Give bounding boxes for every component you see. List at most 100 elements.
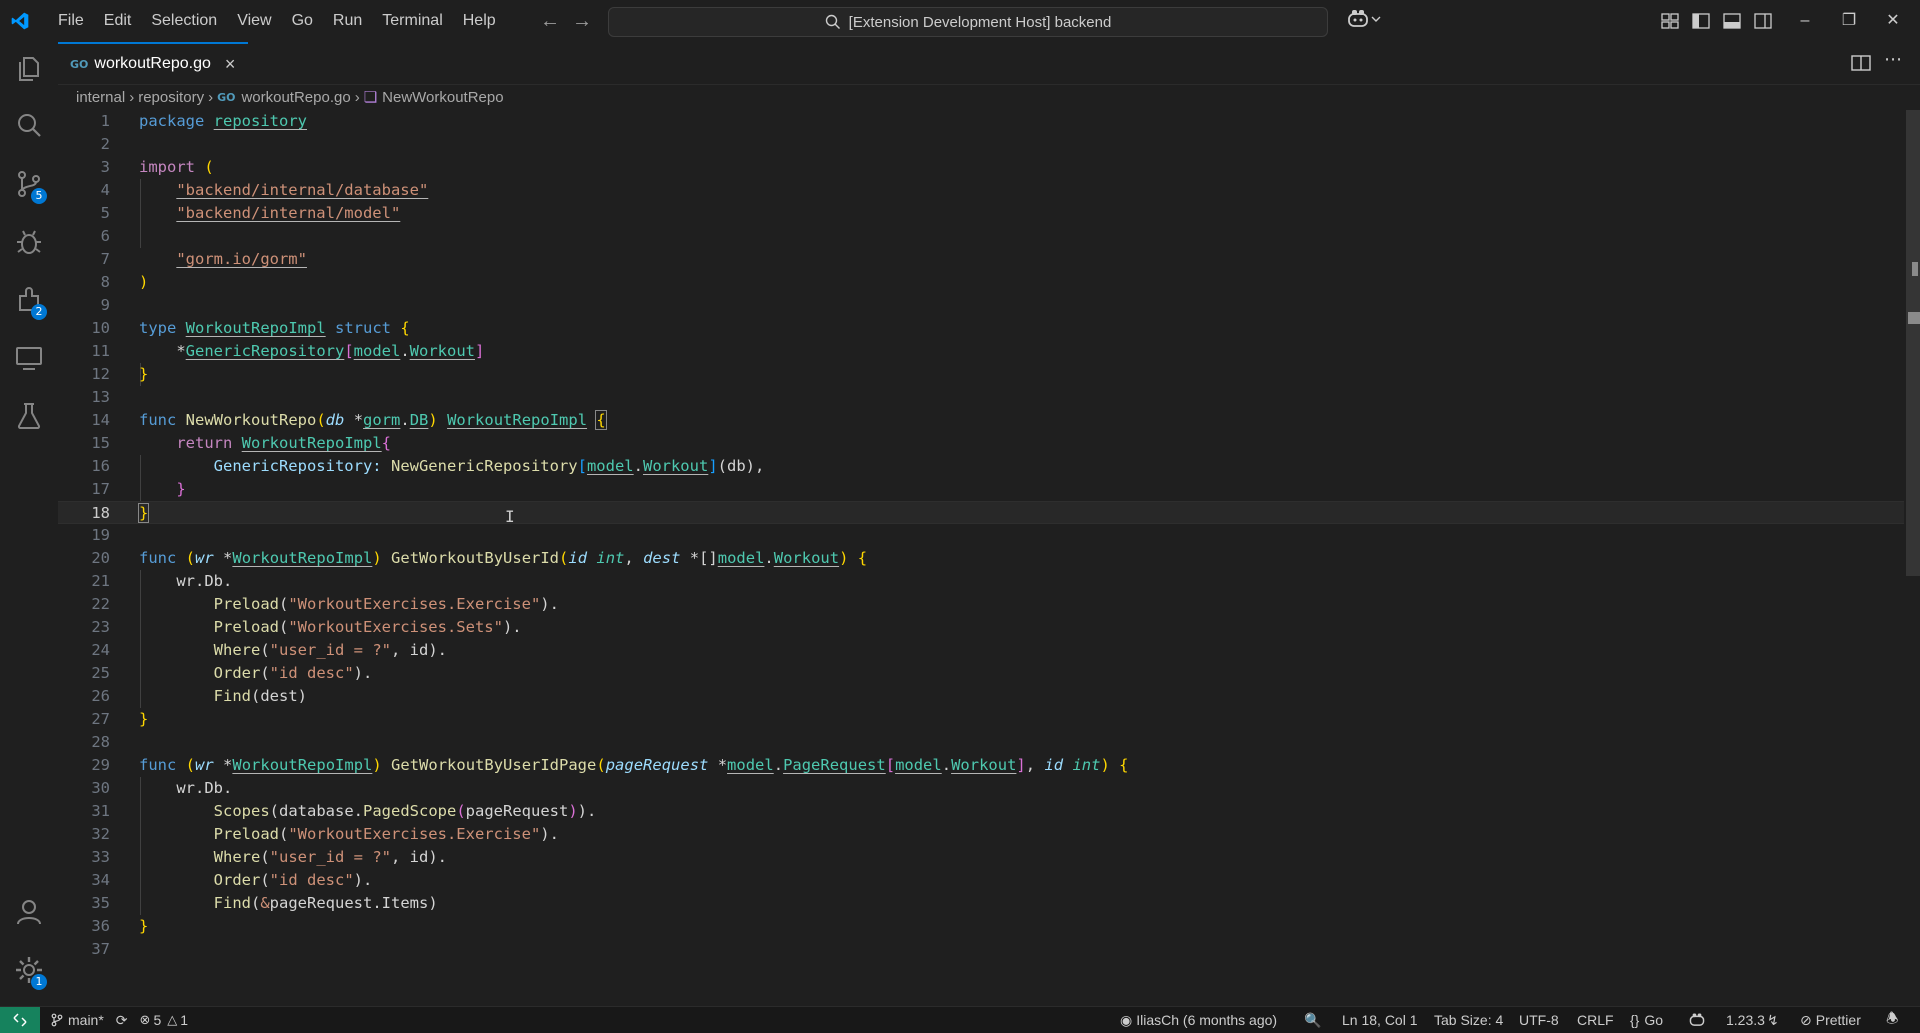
more-actions-icon[interactable]: ⋯: [1884, 49, 1902, 70]
code-line: 9: [58, 294, 1904, 317]
code-line: 3 import (: [58, 156, 1904, 179]
menu-help[interactable]: Help: [453, 6, 506, 36]
toggle-secondary-sidebar-icon[interactable]: [1753, 11, 1773, 31]
breadcrumb-repository[interactable]: repository: [138, 89, 204, 106]
line-number: 10: [91, 319, 110, 337]
error-count: 5: [153, 1012, 162, 1028]
code-line: 34 Order("id desc").: [58, 869, 1904, 892]
code-line: 23 Preload("WorkoutExercises.Sets").: [58, 616, 1904, 639]
remote-explorer-icon[interactable]: [13, 342, 45, 374]
git-blame-label: IliasCh (6 months ago): [1136, 1012, 1278, 1028]
testing-icon[interactable]: [13, 400, 45, 432]
prettier-disabled-icon: ⊘: [1800, 1011, 1812, 1028]
remote-icon: [13, 1013, 27, 1027]
menu-edit[interactable]: Edit: [94, 6, 142, 36]
close-icon[interactable]: ×: [225, 54, 236, 75]
command-center-label: [Extension Development Host] backend: [848, 13, 1112, 31]
braces-icon: {}: [1630, 1012, 1640, 1028]
toggle-primary-sidebar-icon[interactable]: [1691, 11, 1711, 31]
search-icon[interactable]: [13, 110, 45, 142]
copilot-menu-button[interactable]: [1346, 8, 1382, 30]
line-number: 7: [100, 250, 110, 268]
menu-go[interactable]: Go: [282, 6, 323, 36]
breadcrumb-file[interactable]: workoutRepo.go: [241, 89, 350, 106]
line-number: 2: [100, 135, 110, 153]
extensions-badge: 2: [31, 304, 47, 320]
activity-bar: 5 2 1: [0, 42, 58, 1006]
code-line: 36}: [58, 915, 1904, 938]
encoding[interactable]: UTF-8: [1519, 1007, 1559, 1033]
accounts-icon[interactable]: [13, 896, 45, 928]
code-line: 22 Preload("WorkoutExercises.Exercise").: [58, 593, 1904, 616]
line-number: 22: [91, 595, 110, 613]
code-line: 12}: [58, 363, 1904, 386]
line-number: 11: [91, 342, 110, 360]
line-number: 5: [100, 204, 110, 222]
line-number: 14: [91, 411, 110, 429]
sync-icon[interactable]: ⟳: [110, 1012, 134, 1029]
breadcrumb-symbol[interactable]: NewWorkoutRepo: [382, 89, 503, 106]
explorer-icon[interactable]: [13, 52, 45, 84]
line-number: 27: [91, 710, 110, 728]
go-version-status[interactable]: 1.23.3 ↯: [1726, 1007, 1779, 1033]
scroll-marker: [1908, 312, 1920, 324]
line-number: 8: [100, 273, 110, 291]
close-window-icon[interactable]: ✕: [1880, 8, 1906, 34]
command-center-search[interactable]: [Extension Development Host] backend: [608, 7, 1328, 37]
function-symbol-icon: ❏: [363, 89, 378, 106]
menu-file[interactable]: File: [48, 6, 94, 36]
restore-icon[interactable]: ❐: [1836, 8, 1862, 34]
tab-size[interactable]: Tab Size: 4: [1434, 1007, 1503, 1033]
run-and-debug-icon[interactable]: [13, 226, 45, 258]
line-number: 23: [91, 618, 110, 636]
code-line: 25 Order("id desc").: [58, 662, 1904, 685]
prettier-status[interactable]: ⊘ Prettier: [1800, 1007, 1861, 1033]
code-line: 28: [58, 731, 1904, 754]
copilot-icon: [1348, 10, 1368, 27]
menu-view[interactable]: View: [227, 6, 281, 36]
vertical-scrollbar-thumb[interactable]: [1906, 110, 1920, 576]
toggle-panel-icon[interactable]: [1722, 11, 1742, 31]
notifications-bell-icon[interactable]: 🕭: [1886, 1007, 1899, 1033]
line-number: 3: [100, 158, 110, 176]
problems-status[interactable]: ⊗ 5 △ 1: [134, 1012, 195, 1028]
language-mode[interactable]: {} Go: [1630, 1007, 1663, 1033]
line-number: 26: [91, 687, 110, 705]
split-editor-icon[interactable]: [1850, 52, 1872, 74]
code-line: 13: [58, 386, 1904, 409]
cursor-position[interactable]: Ln 18, Col 1: [1342, 1007, 1418, 1033]
code-line: 1 package repository: [58, 110, 1904, 133]
customize-layout-icon[interactable]: [1660, 11, 1680, 31]
minimize-icon[interactable]: –: [1792, 8, 1818, 34]
menu-run[interactable]: Run: [323, 6, 372, 36]
line-number: 30: [91, 779, 110, 797]
line-ending[interactable]: CRLF: [1577, 1007, 1614, 1033]
go-back-arrow-icon[interactable]: ←: [538, 9, 562, 33]
go-forward-arrow-icon[interactable]: →: [570, 9, 594, 33]
copilot-status-icon[interactable]: [1688, 1007, 1706, 1033]
editor-tab-bar: GO workoutRepo.go ×: [58, 42, 1920, 85]
breadcrumb-internal[interactable]: internal: [76, 89, 125, 106]
branch-status[interactable]: main*: [44, 1012, 110, 1028]
code-line: 6: [58, 225, 1904, 248]
line-number: 1: [100, 112, 110, 130]
current-line: 18}: [58, 501, 1904, 524]
line-number: 29: [91, 756, 110, 774]
source-control-badge: 5: [31, 188, 47, 204]
text-cursor-icon: I: [505, 507, 515, 526]
code-line: 35 Find(&pageRequest.Items): [58, 892, 1904, 915]
code-editor[interactable]: 1 package repository 2 3 import ( 4 "backe…: [58, 110, 1904, 1006]
menu-selection[interactable]: Selection: [141, 6, 227, 36]
git-blame-status[interactable]: ◉ IliasCh (6 months ago): [1120, 1007, 1277, 1033]
tab-workoutrepo-go[interactable]: GO workoutRepo.go ×: [58, 42, 248, 84]
remote-indicator[interactable]: [0, 1007, 40, 1033]
code-line: 15 return WorkoutRepoImpl{: [58, 432, 1904, 455]
line-number: 25: [91, 664, 110, 682]
code-line: 8): [58, 271, 1904, 294]
menu-terminal[interactable]: Terminal: [372, 6, 452, 36]
status-bar: main* ⟳ ⊗ 5 △ 1 ◉ IliasCh (6 months ago)…: [0, 1006, 1920, 1033]
branch-name: main*: [68, 1012, 104, 1028]
search-icon: [825, 14, 840, 29]
code-line: 21 wr.Db.: [58, 570, 1904, 593]
zoom-icon[interactable]: 🔍: [1304, 1007, 1321, 1033]
